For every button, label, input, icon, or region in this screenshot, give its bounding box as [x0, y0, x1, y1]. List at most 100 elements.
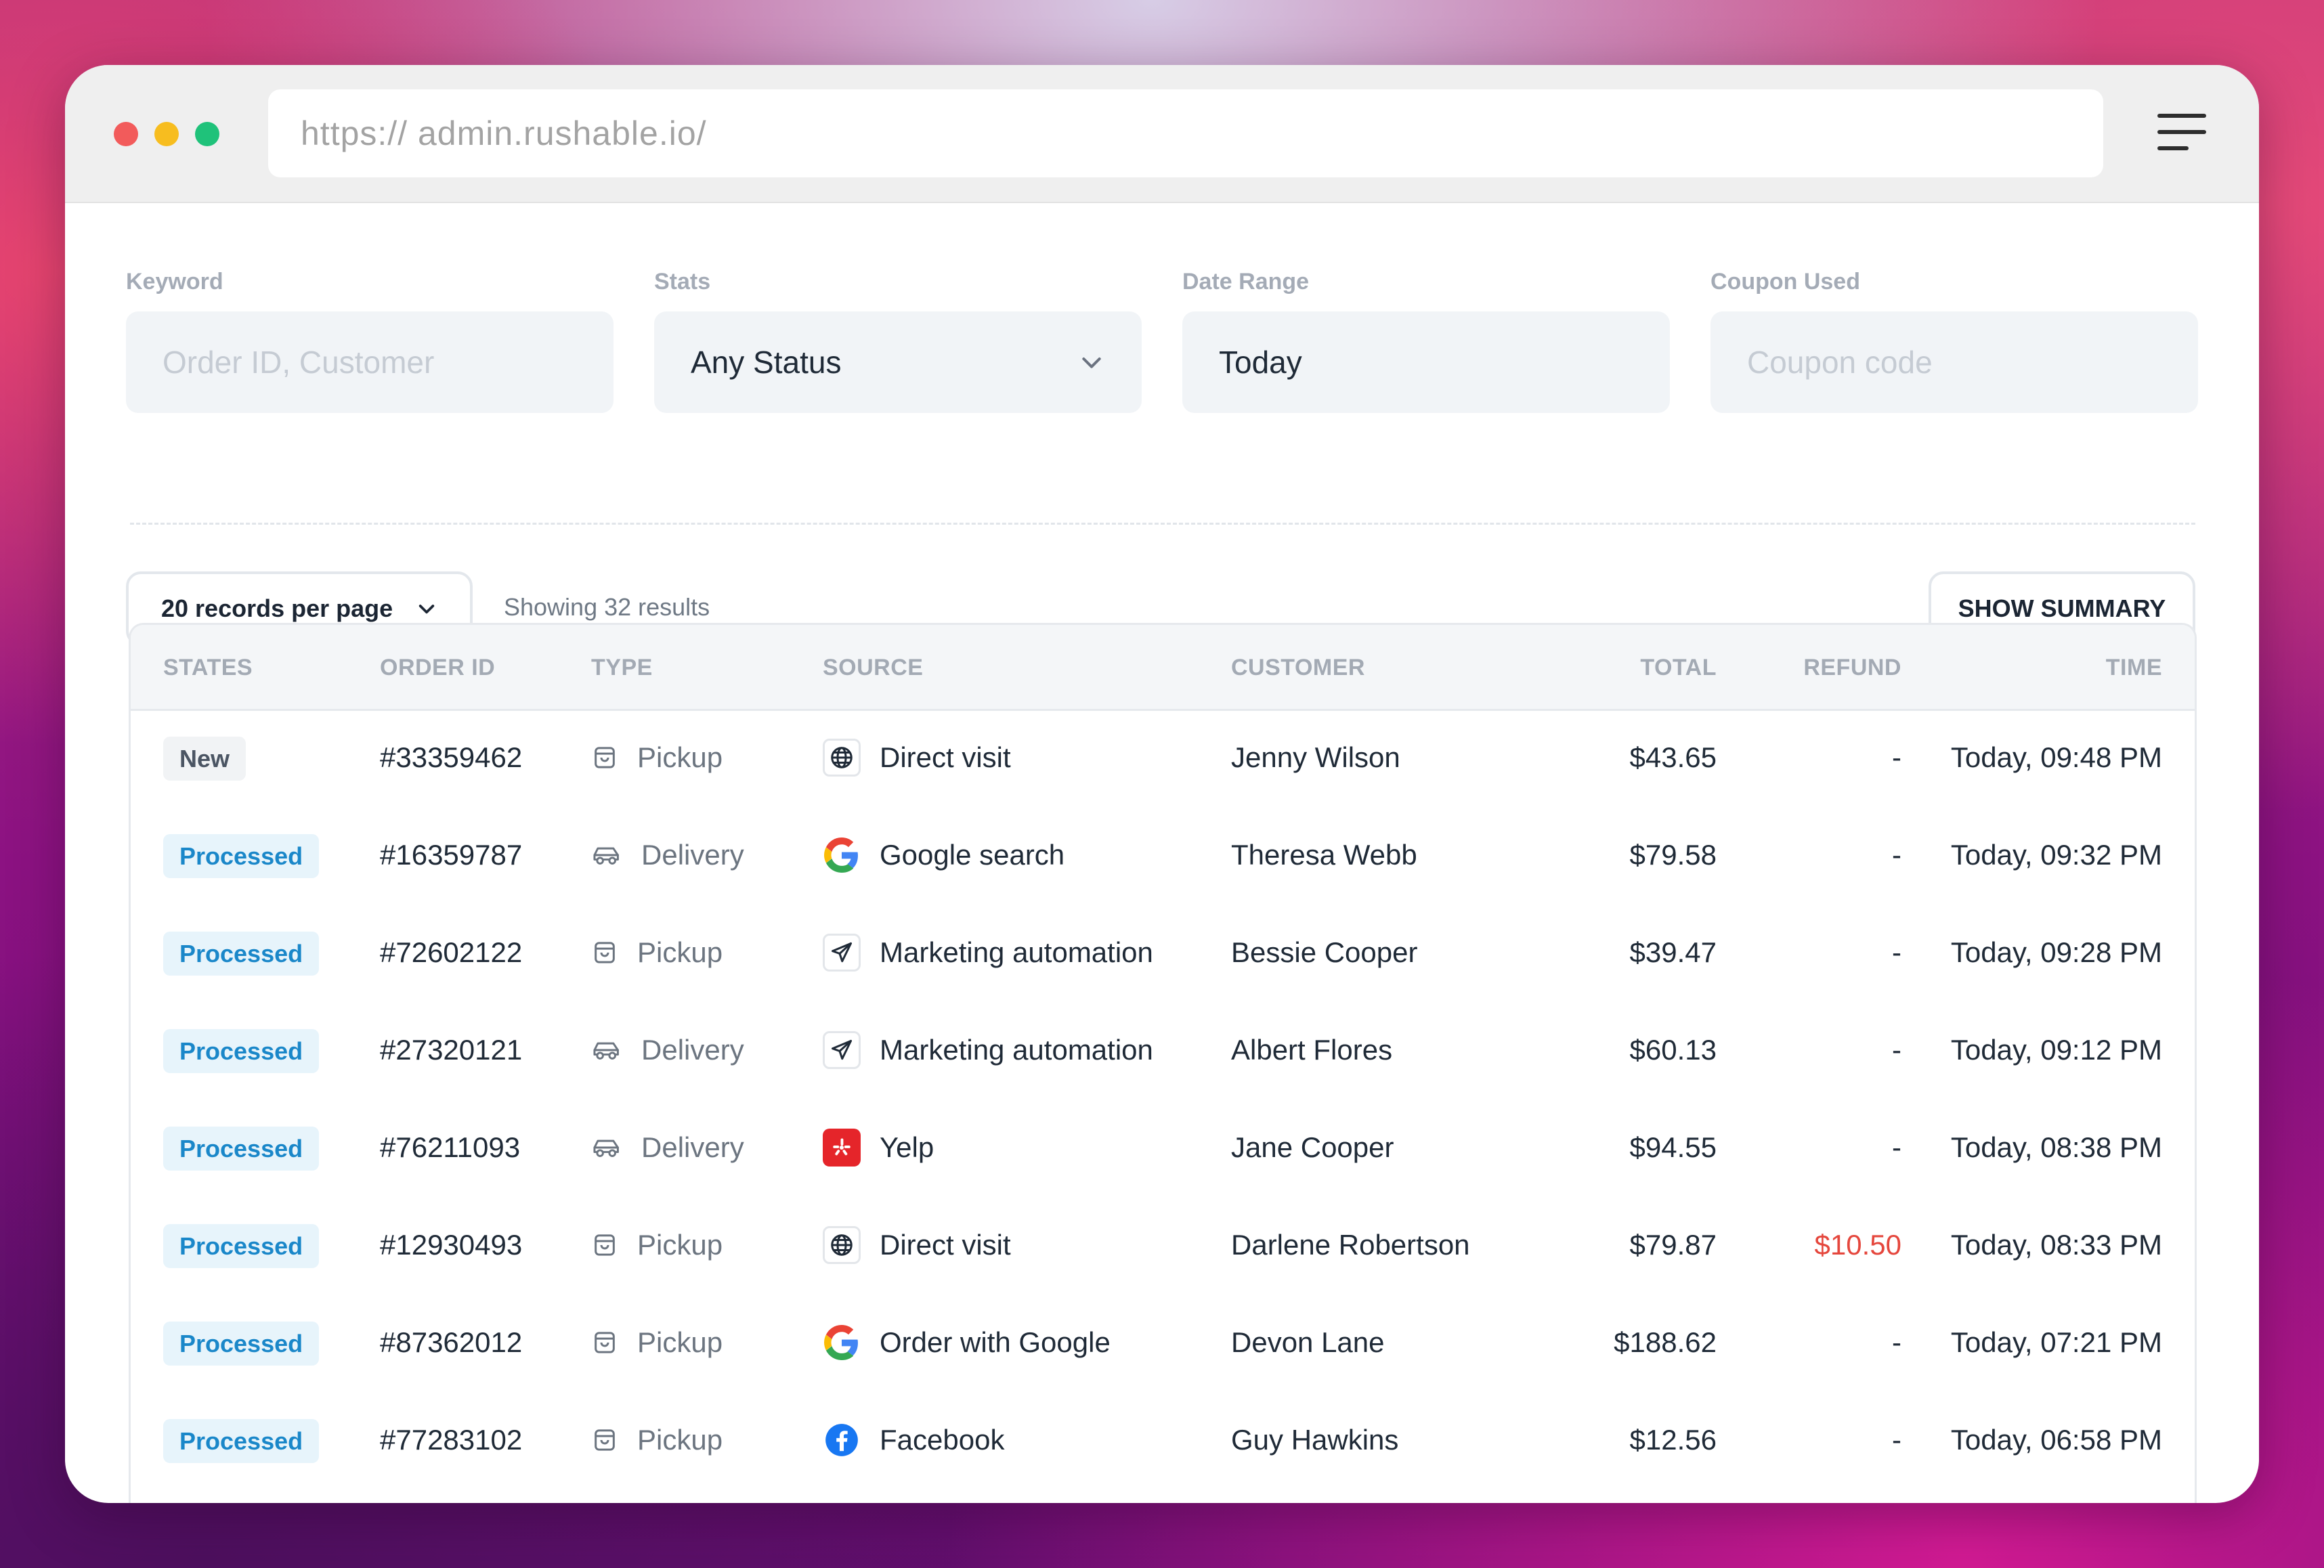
customer-name: Devon Lane: [1231, 1326, 1385, 1358]
orders-table: STATES ORDER ID TYPE SOURCE CUSTOMER TOT…: [129, 623, 2197, 1503]
paper-plane-icon: [823, 934, 861, 972]
car-icon: [591, 842, 632, 869]
paper-plane-icon: [823, 1031, 861, 1069]
column-header-total[interactable]: TOTAL: [1640, 655, 1717, 681]
table-row[interactable]: Processed #27320121 Delivery Marketing auto…: [131, 1001, 2195, 1099]
order-source-label: Marketing automation: [880, 936, 1153, 968]
facebook-icon: [823, 1421, 861, 1459]
order-type: Pickup: [591, 936, 723, 969]
column-header-type[interactable]: TYPE: [591, 655, 653, 681]
order-time: Today, 08:33 PM: [1950, 1229, 2162, 1261]
table-row[interactable]: Processed #72602122 Pickup Marketing automa…: [131, 904, 2195, 1001]
column-header-states[interactable]: STATES: [163, 655, 253, 681]
order-id[interactable]: #27320121: [380, 1034, 522, 1066]
order-id[interactable]: #12930493: [380, 1229, 522, 1261]
stats-select[interactable]: Any Status: [654, 311, 1142, 413]
order-time: Today, 09:28 PM: [1950, 936, 2162, 968]
globe-icon: [823, 1226, 861, 1264]
bag-icon: [591, 1427, 628, 1454]
order-refund: -: [1892, 1424, 1901, 1456]
column-header-refund[interactable]: REFUND: [1803, 655, 1901, 681]
date-range-label: Date Range: [1182, 269, 1310, 295]
order-id[interactable]: #72602122: [380, 936, 522, 969]
hamburger-menu-icon[interactable]: [2157, 114, 2206, 150]
order-id[interactable]: #76211093: [380, 1131, 520, 1164]
keyword-label: Keyword: [126, 269, 223, 295]
bag-icon: [591, 1232, 628, 1259]
order-id[interactable]: #33359462: [380, 741, 522, 774]
order-refund: -: [1892, 936, 1901, 968]
order-total: $39.47: [1629, 936, 1717, 968]
yelp-icon: [823, 1129, 861, 1167]
status-badge: Processed: [163, 1029, 320, 1073]
table-row[interactable]: Processed #16359787 Delivery Google search T…: [131, 806, 2195, 904]
customer-name: Jenny Wilson: [1231, 741, 1400, 773]
bag-icon: [591, 1329, 628, 1356]
chevron-down-icon: [1082, 357, 1101, 368]
date-range-value: Today: [1219, 345, 1302, 380]
order-id[interactable]: #77283102: [380, 1424, 522, 1456]
customer-name: Bessie Cooper: [1231, 936, 1418, 968]
order-type: Pickup: [591, 1229, 723, 1261]
chevron-down-icon: [418, 605, 435, 614]
close-window-button[interactable]: [114, 122, 138, 146]
order-type-label: Pickup: [637, 936, 723, 968]
order-source-label: Direct visit: [880, 741, 1011, 773]
order-time: Today, 08:38 PM: [1950, 1131, 2162, 1163]
order-total: $60.13: [1629, 1034, 1717, 1066]
state-cell: Processed: [163, 932, 320, 976]
order-type-label: Pickup: [637, 741, 723, 773]
state-cell: Processed: [163, 1322, 320, 1366]
keyword-filter: Keyword: [126, 268, 614, 413]
column-header-customer[interactable]: CUSTOMER: [1231, 655, 1365, 681]
bag-icon: [591, 939, 628, 966]
dashed-divider: [130, 523, 2195, 525]
order-type: Delivery: [591, 1131, 744, 1164]
state-cell: Processed: [163, 1029, 320, 1073]
order-total: $12.56: [1629, 1424, 1717, 1456]
order-type-label: Pickup: [637, 1229, 723, 1261]
filter-bar: Keyword Stats Any Status Date Range Toda…: [126, 268, 2198, 417]
order-type-label: Pickup: [637, 1326, 723, 1358]
order-total: $188.62: [1614, 1326, 1717, 1358]
browser-titlebar: https:// admin.rushable.io/: [65, 65, 2259, 203]
coupon-filter: Coupon Used: [1710, 268, 2198, 413]
order-type-label: Delivery: [641, 1131, 744, 1163]
table-row[interactable]: New #33359462 Pickup Direct visit Jenny Wils…: [131, 709, 2195, 806]
minimize-window-button[interactable]: [154, 122, 179, 146]
address-bar[interactable]: https:// admin.rushable.io/: [268, 89, 2103, 177]
date-range-picker[interactable]: Today: [1182, 311, 1670, 413]
table-row[interactable]: Processed #76211093 Delivery Yelp Jane Coope…: [131, 1099, 2195, 1196]
coupon-label: Coupon Used: [1710, 269, 1860, 295]
order-source-label: Order with Google: [880, 1326, 1111, 1358]
order-id[interactable]: #16359787: [380, 839, 522, 871]
order-refund: -: [1892, 839, 1901, 871]
keyword-input[interactable]: [126, 311, 614, 413]
stats-filter: Stats Any Status: [654, 268, 1142, 413]
order-time: Today, 07:21 PM: [1950, 1326, 2162, 1358]
google-icon: [823, 1324, 861, 1362]
table-row[interactable]: Processed #12930493 Pickup Direct visit Darl…: [131, 1196, 2195, 1294]
status-badge: Processed: [163, 1224, 320, 1268]
url-text: https:// admin.rushable.io/: [301, 114, 707, 152]
table-row[interactable]: Processed #87362012 Pickup Order with Googl…: [131, 1294, 2195, 1391]
state-cell: Processed: [163, 1224, 320, 1268]
coupon-input[interactable]: [1710, 311, 2198, 413]
column-header-order-id[interactable]: ORDER ID: [380, 655, 495, 681]
table-row[interactable]: Processed #77283102 Pickup Facebook Guy Hawk…: [131, 1391, 2195, 1489]
date-range-filter: Date Range Today: [1182, 268, 1670, 413]
state-cell: Processed: [163, 1419, 320, 1463]
customer-name: Guy Hawkins: [1231, 1424, 1399, 1456]
order-type: Pickup: [591, 741, 723, 774]
order-source-label: Marketing automation: [880, 1034, 1153, 1066]
state-cell: New: [163, 737, 246, 781]
order-type: Delivery: [591, 839, 744, 871]
order-type: Delivery: [591, 1034, 744, 1066]
column-header-source[interactable]: SOURCE: [823, 655, 923, 681]
globe-icon: [823, 739, 861, 777]
order-source: Marketing automation: [823, 1031, 1153, 1069]
maximize-window-button[interactable]: [195, 122, 219, 146]
order-source: Marketing automation: [823, 934, 1153, 972]
column-header-time[interactable]: TIME: [2106, 655, 2162, 681]
order-id[interactable]: #87362012: [380, 1326, 522, 1359]
